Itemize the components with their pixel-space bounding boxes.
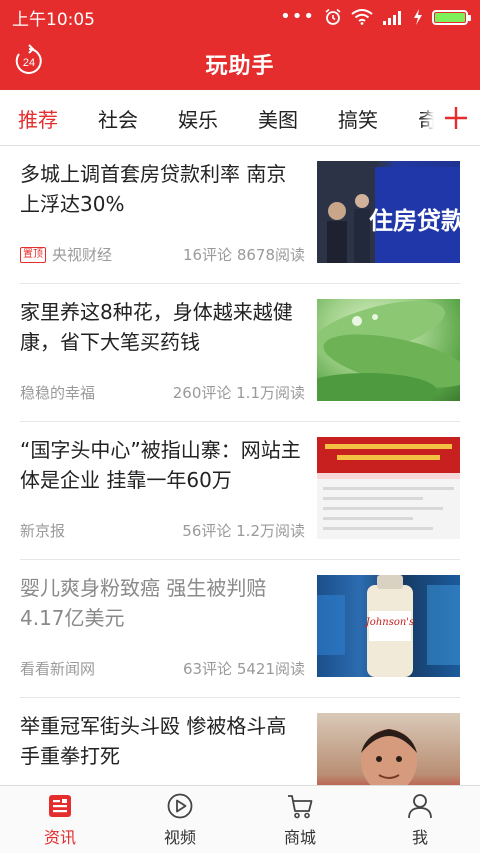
bottom-nav: 资讯 视频 商城 我 <box>0 785 480 853</box>
nav-label: 我 <box>411 828 428 847</box>
tab-funny[interactable]: 搞笑 <box>338 104 378 133</box>
news-source: 央视财经 <box>52 246 113 264</box>
news-source: 看看新闻网 <box>20 660 96 678</box>
news-source: 新京报 <box>20 522 66 540</box>
nav-item-me[interactable]: 我 <box>360 786 480 853</box>
news-meta: 看看新闻网 63评论 5421阅读 <box>20 658 305 679</box>
tab-pictures[interactable]: 美图 <box>258 104 298 133</box>
tab-society[interactable]: 社会 <box>98 104 138 133</box>
news-meta: 置顶 央视财经 16评论 8678阅读 <box>20 244 305 265</box>
status-time: 上午10:05 <box>12 9 95 30</box>
play-icon <box>167 793 193 819</box>
wifi-icon <box>351 9 373 25</box>
news-stats: 56评论 1.2万阅读 <box>182 522 305 540</box>
app-title: 玩助手 <box>205 54 275 79</box>
news-source: 稳稳的幸福 <box>20 384 96 402</box>
thumb-sign-text: 住房贷款 <box>369 207 460 235</box>
charging-icon <box>414 9 422 25</box>
news-icon <box>49 795 71 817</box>
news-title: 多城上调首套房贷款利率 南京上浮达30% <box>20 162 287 216</box>
alarm-icon <box>325 8 341 25</box>
tab-entertainment[interactable]: 娱乐 <box>178 104 218 133</box>
plus-icon <box>445 107 467 129</box>
category-tabs: 推荐 社会 娱乐 美图 搞笑 奇 <box>0 90 480 146</box>
nav-label: 资讯 <box>43 828 76 847</box>
news-meta: 新京报 56评论 1.2万阅读 <box>20 520 305 541</box>
status-bar: 上午10:05 ••• <box>0 0 480 34</box>
news-item[interactable]: “国字头中心”被指山寨：网站主体是企业 挂靠一年60万 新京报 56评论 1.2… <box>20 422 460 560</box>
news-title: 举重冠军街头斗殴 惨被格斗高手重拳打死 <box>20 714 287 768</box>
nav-label: 视频 <box>163 828 196 847</box>
more-dots-icon: ••• <box>280 6 315 27</box>
cart-icon <box>288 795 313 819</box>
user-icon <box>408 794 432 819</box>
add-tab-button[interactable] <box>422 90 480 145</box>
nav-label: 商城 <box>283 828 316 847</box>
nav-item-mall[interactable]: 商城 <box>240 786 360 853</box>
news-stats: 63评论 5421阅读 <box>182 660 305 678</box>
status-icons: ••• <box>280 6 471 27</box>
pinned-badge: 置顶 <box>20 246 46 263</box>
news-thumbnail: Johnson's <box>317 575 460 677</box>
news-title: 家里养这8种花，身体越来越健康，省下大笔买药钱 <box>20 300 293 354</box>
app-header: 24 玩助手 <box>0 34 480 90</box>
news-title: “国字头中心”被指山寨：网站主体是企业 挂靠一年60万 <box>20 438 301 492</box>
signal-icon <box>383 11 401 25</box>
news-thumbnail <box>317 299 460 401</box>
nav-item-news[interactable]: 资讯 <box>0 786 120 853</box>
news-feed: 多城上调首套房贷款利率 南京上浮达30% 置顶 央视财经 16评论 8678阅读… <box>0 146 480 836</box>
news-item[interactable]: 婴儿爽身粉致癌 强生被判赔4.17亿美元 看看新闻网 63评论 5421阅读 J… <box>20 560 460 698</box>
news-meta: 稳稳的幸福 260评论 1.1万阅读 <box>20 382 305 403</box>
news-item[interactable]: 家里养这8种花，身体越来越健康，省下大笔买药钱 稳稳的幸福 260评论 1.1万… <box>20 284 460 422</box>
news-title: 婴儿爽身粉致癌 强生被判赔4.17亿美元 <box>20 576 267 630</box>
news-item[interactable]: 多城上调首套房贷款利率 南京上浮达30% 置顶 央视财经 16评论 8678阅读… <box>20 146 460 284</box>
battery-icon <box>432 9 471 25</box>
news-thumbnail: 住房贷款 <box>317 161 460 263</box>
news-stats: 16评论 8678阅读 <box>182 246 305 264</box>
news-thumbnail <box>317 437 460 539</box>
nav-item-video[interactable]: 视频 <box>120 786 240 853</box>
thumb-brand-text: Johnson's <box>364 617 414 628</box>
tab-recommend[interactable]: 推荐 <box>18 104 58 133</box>
news-stats: 260评论 1.1万阅读 <box>172 384 305 402</box>
